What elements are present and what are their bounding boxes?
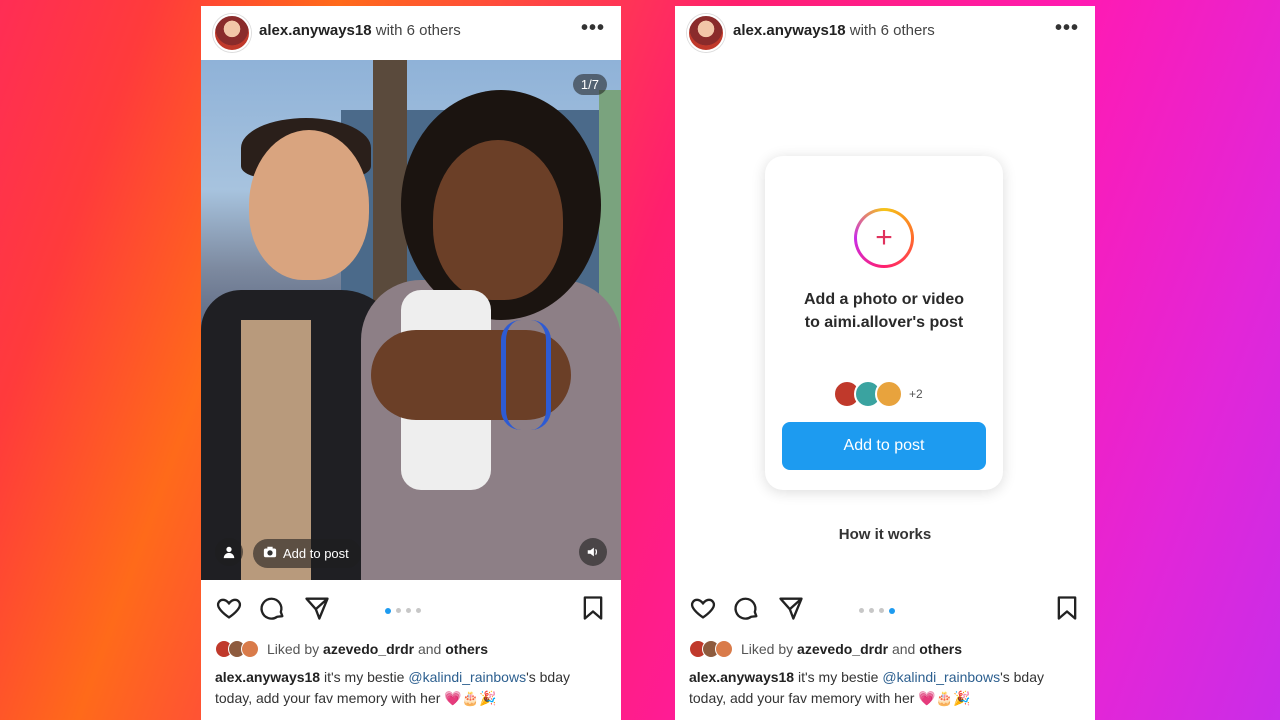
- caption-mention[interactable]: @kalindi_rainbows: [882, 669, 1000, 685]
- heart-icon[interactable]: [215, 594, 243, 622]
- bookmark-icon[interactable]: [579, 594, 607, 622]
- photo-person-1-head: [249, 130, 369, 280]
- add-to-post-chip-label: Add to post: [283, 546, 349, 561]
- add-media-card: + Add a photo or video to aimi.allover's…: [765, 156, 1003, 490]
- photo-person-2-head: [433, 140, 563, 300]
- comment-icon[interactable]: [733, 594, 761, 622]
- likes-suffix: and: [417, 641, 442, 657]
- header-text: alex.anyways18 with 6 others: [259, 22, 461, 39]
- caption: alex.anyways18 it's my bestie @kalindi_r…: [215, 667, 607, 709]
- add-media-title-line1: Add a photo or video: [804, 291, 964, 308]
- caption-mention[interactable]: @kalindi_rainbows: [408, 669, 526, 685]
- likes-prefix: Liked by: [267, 641, 320, 657]
- carousel-dots: [859, 607, 895, 614]
- comment-icon[interactable]: [259, 594, 287, 622]
- carousel-dot-active: [385, 607, 391, 614]
- avatar[interactable]: [687, 14, 725, 52]
- add-to-post-chip[interactable]: Add to post: [253, 539, 361, 568]
- caption-username[interactable]: alex.anyways18: [215, 669, 320, 685]
- how-it-works-link[interactable]: How it works: [675, 526, 1095, 543]
- contributors: +2: [833, 380, 923, 408]
- header-text: alex.anyways18 with 6 others: [733, 22, 935, 39]
- post-header: alex.anyways18 with 6 others •••: [675, 6, 1095, 60]
- plus-icon[interactable]: +: [854, 208, 914, 268]
- likes-prefix: Liked by: [741, 641, 794, 657]
- like-avatar: [715, 640, 733, 658]
- post-right: alex.anyways18 with 6 others ••• + Add a…: [675, 6, 1095, 720]
- caption-username[interactable]: alex.anyways18: [689, 669, 794, 685]
- carousel-dot: [869, 608, 874, 613]
- likes-avatars: [215, 640, 259, 658]
- person-tag-icon[interactable]: [215, 538, 243, 566]
- caption-text: it's my bestie: [794, 669, 883, 685]
- add-media-title: Add a photo or video to aimi.allover's p…: [765, 288, 1003, 334]
- carousel-counter: 1/7: [572, 74, 607, 95]
- header-username[interactable]: alex.anyways18: [259, 22, 372, 39]
- likes-row[interactable]: Liked by azevedo_drdr and others: [215, 640, 488, 658]
- plus-icon-inner: +: [857, 211, 911, 265]
- post-left: alex.anyways18 with 6 others ••• 1/7 Add…: [201, 6, 621, 720]
- send-icon[interactable]: [303, 594, 331, 622]
- action-bar: [201, 580, 621, 638]
- header-username[interactable]: alex.anyways18: [733, 22, 846, 39]
- header-with-text[interactable]: with 6 others: [376, 22, 461, 39]
- post-photo[interactable]: 1/7 Add to post: [201, 60, 621, 580]
- likes-user[interactable]: azevedo_drdr: [323, 641, 414, 657]
- likes-others[interactable]: others: [919, 641, 962, 657]
- carousel-dot-active: [889, 607, 895, 614]
- add-to-post-button[interactable]: Add to post: [782, 422, 986, 470]
- carousel-dots: [385, 607, 421, 614]
- add-media-area: + Add a photo or video to aimi.allover's…: [675, 60, 1095, 580]
- contributors-count: +2: [909, 387, 923, 401]
- like-avatar: [241, 640, 259, 658]
- caption-text: it's my bestie: [320, 669, 409, 685]
- carousel-dot: [396, 608, 401, 613]
- heart-icon[interactable]: [689, 594, 717, 622]
- avatar[interactable]: [213, 14, 251, 52]
- likes-suffix: and: [891, 641, 916, 657]
- carousel-dot: [859, 608, 864, 613]
- photo-bracelet: [501, 320, 551, 430]
- likes-avatars: [689, 640, 733, 658]
- add-media-title-line2: to aimi.allover's post: [804, 314, 964, 331]
- carousel-dot: [406, 608, 411, 613]
- likes-others[interactable]: others: [445, 641, 488, 657]
- send-icon[interactable]: [777, 594, 805, 622]
- header-with-text[interactable]: with 6 others: [850, 22, 935, 39]
- post-header: alex.anyways18 with 6 others •••: [201, 6, 621, 60]
- bookmark-icon[interactable]: [1053, 594, 1081, 622]
- action-bar: [675, 580, 1095, 638]
- carousel-dot: [879, 608, 884, 613]
- more-options-icon[interactable]: •••: [581, 18, 605, 38]
- carousel-dot: [416, 608, 421, 613]
- more-options-icon[interactable]: •••: [1055, 18, 1079, 38]
- contributor-avatar: [875, 380, 903, 408]
- caption: alex.anyways18 it's my bestie @kalindi_r…: [689, 667, 1081, 709]
- likes-user[interactable]: azevedo_drdr: [797, 641, 888, 657]
- photo-person-2-shirt: [361, 280, 621, 580]
- likes-row[interactable]: Liked by azevedo_drdr and others: [689, 640, 962, 658]
- sound-icon[interactable]: [579, 538, 607, 566]
- camera-icon: [263, 545, 277, 562]
